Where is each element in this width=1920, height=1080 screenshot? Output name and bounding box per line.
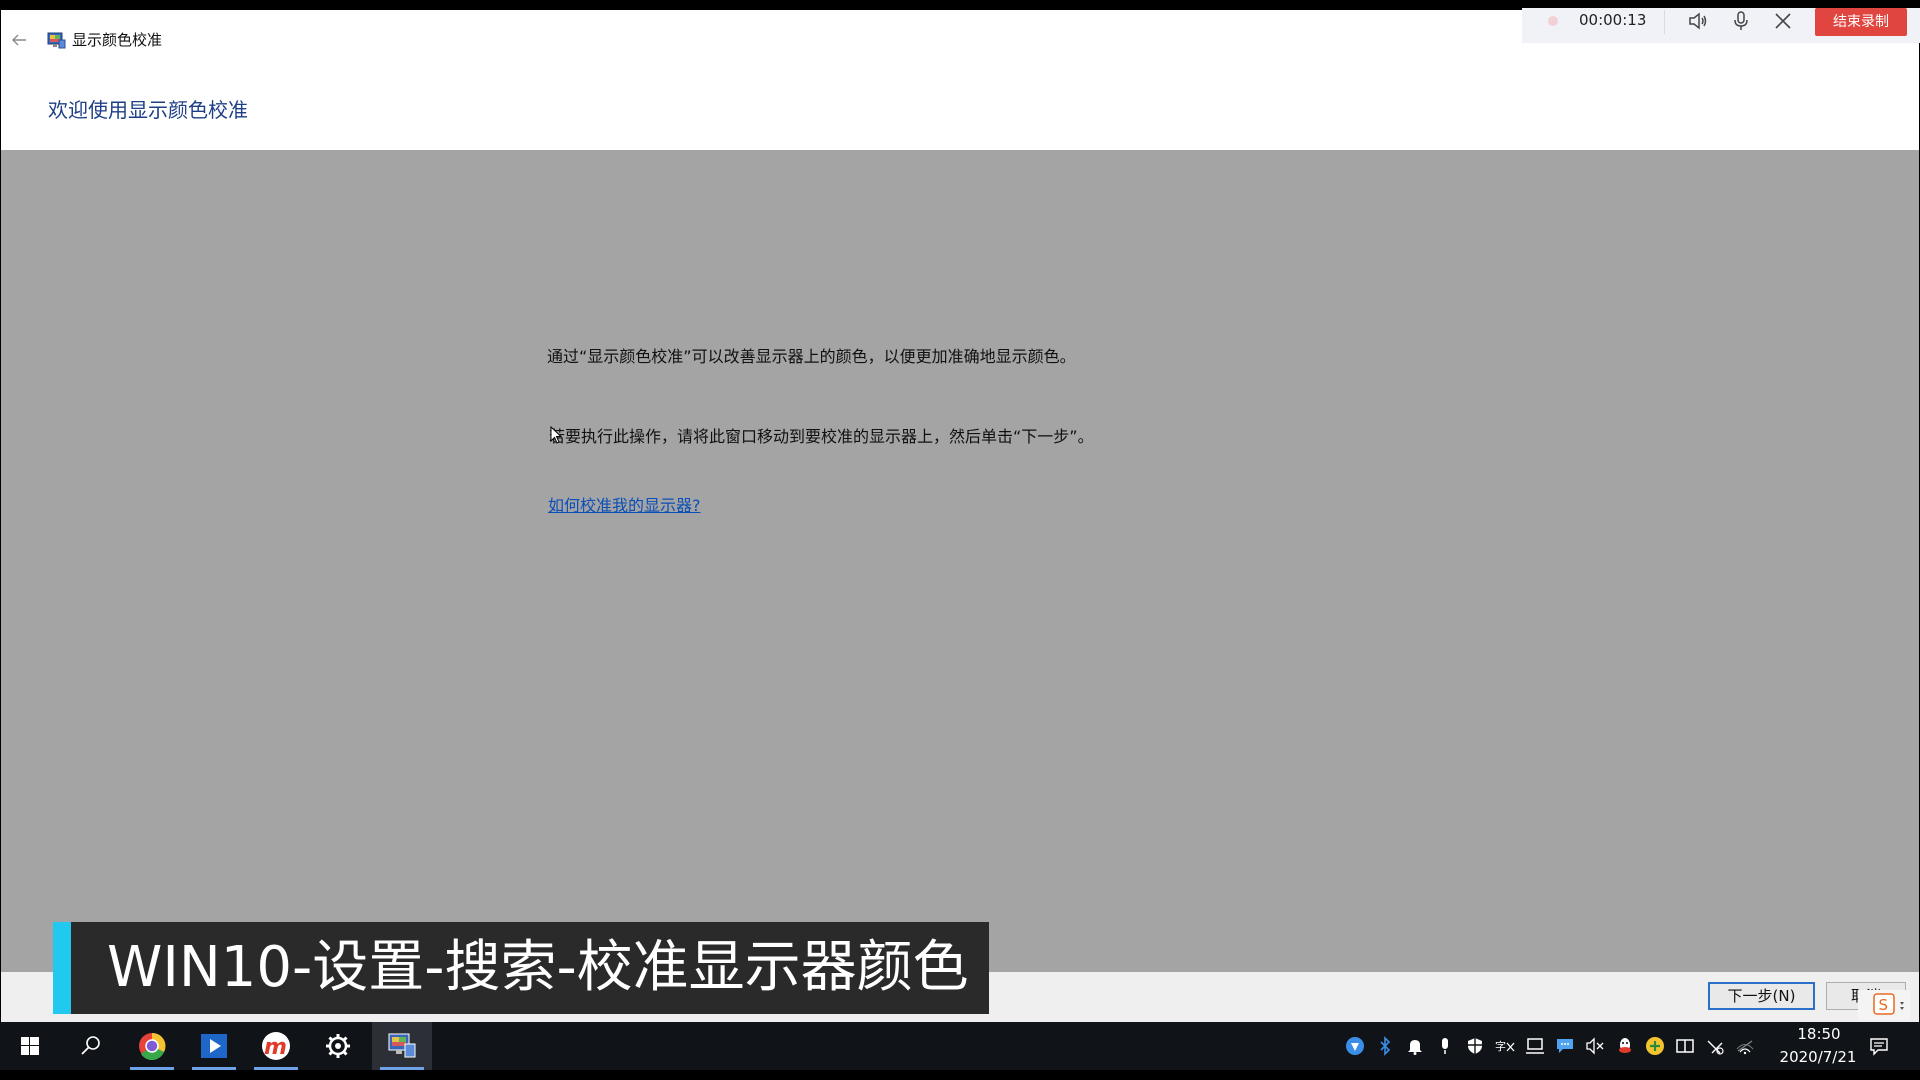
running-indicator xyxy=(380,1067,424,1070)
svg-text:m: m xyxy=(264,1035,287,1060)
mouse-cursor-icon xyxy=(550,425,563,444)
security-icon[interactable] xyxy=(1464,1035,1486,1057)
recording-timer: 00:00:13 xyxy=(1579,11,1647,29)
shield-app-icon[interactable] xyxy=(1344,1035,1366,1057)
speaker-icon[interactable] xyxy=(1686,9,1710,33)
qq-icon[interactable] xyxy=(1614,1035,1636,1057)
running-indicator xyxy=(192,1067,236,1070)
page-title: 欢迎使用显示颜色校准 xyxy=(48,98,248,122)
svg-text:S: S xyxy=(1879,996,1889,1014)
clock-date[interactable]: 2020/7/21 xyxy=(1768,1047,1868,1067)
color-calibration-app-icon xyxy=(46,30,66,50)
caption-text: WIN10-设置-搜索-校准显示器颜色 xyxy=(107,935,969,1000)
action-center-icon[interactable] xyxy=(1868,1035,1890,1057)
network-icon[interactable] xyxy=(1704,1035,1726,1057)
notification-bell-icon[interactable] xyxy=(1404,1035,1426,1057)
screen-recorder-bar: 00:00:13 结束录制 xyxy=(1522,8,1920,43)
video-player-icon[interactable] xyxy=(186,1022,242,1070)
m-app-icon[interactable]: m xyxy=(248,1022,304,1070)
chat-icon[interactable] xyxy=(1554,1035,1576,1057)
window-title: 显示颜色校准 xyxy=(72,31,163,49)
next-button[interactable]: 下一步(N) xyxy=(1708,982,1815,1010)
instruction-paragraph: 若要执行此操作，请将此窗口移动到要校准的显示器上，然后单击“下一步”。 xyxy=(549,427,1094,446)
recorder-divider xyxy=(1664,10,1665,34)
intro-paragraph: 通过“显示颜色校准”可以改善显示器上的颜色，以便更加准确地显示颜色。 xyxy=(547,347,1076,366)
microphone-icon[interactable] xyxy=(1434,1035,1456,1057)
color-calibration-taskbar-icon[interactable] xyxy=(372,1022,432,1070)
caption-accent-bar xyxy=(53,922,71,1014)
color-calibration-window: 显示颜色校准 欢迎使用显示颜色校准 通过“显示颜色校准”可以改善显示器上的颜色，… xyxy=(1,10,1919,1022)
running-indicator xyxy=(254,1067,298,1070)
language-icon[interactable]: 字 xyxy=(1494,1035,1516,1057)
settings-icon[interactable] xyxy=(310,1022,366,1070)
page-header: 欢迎使用显示颜色校准 xyxy=(1,82,1919,150)
search-icon[interactable] xyxy=(62,1022,118,1070)
display-icon[interactable] xyxy=(1524,1035,1546,1057)
video-caption: WIN10-设置-搜索-校准显示器颜色 xyxy=(53,922,989,1014)
bluetooth-icon[interactable] xyxy=(1374,1035,1396,1057)
wechat-icon[interactable] xyxy=(1644,1035,1666,1057)
sogou-ime-icon[interactable]: S xyxy=(1858,990,1910,1020)
close-icon[interactable] xyxy=(1771,9,1795,33)
browser-icon[interactable] xyxy=(124,1022,180,1070)
running-indicator xyxy=(130,1067,174,1070)
recording-indicator-icon xyxy=(1548,16,1558,26)
help-link[interactable]: 如何校准我的显示器? xyxy=(548,495,701,517)
wifi-icon[interactable] xyxy=(1734,1035,1756,1057)
ime-icon[interactable] xyxy=(1674,1035,1696,1057)
start-button[interactable] xyxy=(2,1022,58,1070)
back-arrow-icon[interactable] xyxy=(9,30,29,50)
clock-time[interactable]: 18:50 xyxy=(1784,1025,1854,1043)
stop-recording-button[interactable]: 结束录制 xyxy=(1815,8,1907,36)
microphone-icon[interactable] xyxy=(1729,9,1753,33)
svg-text:字: 字 xyxy=(1495,1039,1506,1053)
taskbar: m 字 xyxy=(0,1022,1920,1070)
volume-muted-icon[interactable] xyxy=(1584,1035,1606,1057)
